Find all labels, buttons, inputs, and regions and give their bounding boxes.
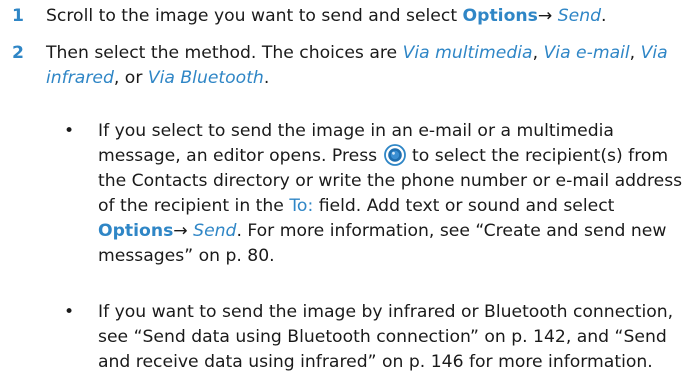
bullet-2: • If you want to send the image by infra… [64,300,684,375]
step-text: Then select the method. The choices are … [46,43,668,88]
step-1: 1 Scroll to the image you want to send a… [12,4,682,29]
options-label: Options [98,221,174,241]
step-text: Scroll to the image you want to send and… [46,6,607,26]
bullet-dot: • [64,302,75,322]
to-field-label: To: [289,196,314,216]
navigation-key-icon [383,144,406,166]
send-label: Send [557,6,602,26]
bullet-text: If you select to send the image in an e-… [98,121,683,266]
step-2: 2 Then select the method. The choices ar… [12,41,682,91]
method-via-bluetooth: Via Bluetooth [147,68,264,88]
bullet-text: If you want to send the image by infrare… [98,302,674,372]
arrow: → [537,6,558,26]
method-via-multimedia: Via multimedia [402,43,533,63]
method-via-email: Via e-mail [543,43,630,63]
bullet-1: • If you select to send the image in an … [64,119,684,269]
arrow: → [173,221,194,241]
options-label: Options [462,6,538,26]
send-label: Send [193,221,237,241]
step-number: 1 [12,6,24,26]
bullet-dot: • [64,121,75,141]
step-number: 2 [12,43,24,63]
